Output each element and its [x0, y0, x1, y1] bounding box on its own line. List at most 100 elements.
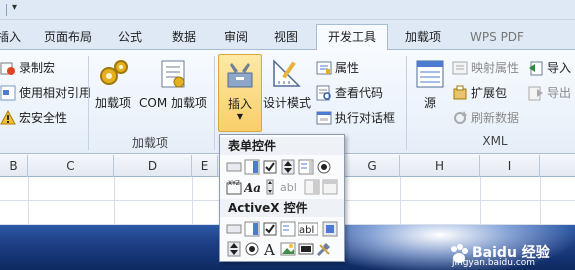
macro-security-button[interactable]: 宏安全性 — [0, 108, 67, 128]
svg-text:Aa: Aa — [244, 181, 260, 195]
checkbox-icon[interactable] — [262, 159, 278, 175]
activex-controls-heading: ActiveX 控件 — [220, 199, 344, 217]
form-controls-heading: 表单控件 — [220, 137, 344, 155]
export-button[interactable]: 导出 — [528, 83, 571, 103]
svg-text:XYZ: XYZ — [228, 180, 240, 187]
scroll-bar-icon[interactable] — [262, 179, 278, 195]
text-field-icon[interactable]: abl — [280, 179, 302, 195]
group-box-icon[interactable]: XYZ — [226, 179, 242, 195]
label-control-icon[interactable]: Aa — [243, 179, 261, 195]
activex-combo-box-icon[interactable] — [244, 221, 260, 237]
grid-col-line — [480, 177, 481, 225]
combo-box-icon[interactable] — [244, 159, 260, 175]
combo-list-edit-icon[interactable] — [304, 179, 320, 195]
properties-icon — [316, 60, 332, 76]
com-addins-icon — [157, 58, 189, 90]
list-box-icon[interactable] — [298, 159, 314, 175]
expansion-pack-button[interactable]: 扩展包 — [452, 83, 507, 103]
activex-image-icon[interactable] — [280, 241, 296, 257]
refresh-data-button[interactable]: 刷新数据 — [452, 108, 519, 128]
tab-formulas[interactable]: 公式 — [110, 27, 150, 50]
import-icon — [528, 60, 544, 76]
tab-insert[interactable]: 插入 — [0, 27, 24, 50]
activex-toggle-button-icon[interactable] — [298, 241, 314, 257]
column-header[interactable]: I — [480, 155, 540, 177]
expansion-pack-label: 扩展包 — [471, 86, 508, 100]
view-code-label: 查看代码 — [335, 86, 384, 100]
column-header[interactable]: B — [0, 155, 28, 177]
more-controls-icon[interactable] — [316, 241, 332, 257]
tab-review[interactable]: 审阅 — [216, 27, 256, 50]
column-header[interactable]: G — [345, 155, 400, 177]
com-addins-button[interactable]: COM 加载项 — [136, 58, 210, 111]
relative-reference-icon — [0, 85, 16, 101]
view-code-button[interactable]: 查看代码 — [316, 83, 383, 103]
addins-label: 加载项 — [94, 96, 131, 110]
option-button-icon[interactable] — [316, 159, 332, 175]
svg-text:A: A — [263, 241, 275, 257]
com-addins-label: COM 加载项 — [139, 96, 207, 110]
record-macro-button[interactable]: 录制宏 — [0, 58, 55, 78]
run-dialog-icon — [316, 110, 332, 126]
insert-controls-button[interactable]: 插入 ▼ — [218, 54, 262, 132]
export-label: 导出 — [547, 86, 572, 100]
properties-label: 属性 — [335, 61, 360, 75]
column-header[interactable]: H — [400, 155, 480, 177]
activex-label-icon[interactable]: A — [262, 241, 278, 259]
tab-data[interactable]: 数据 — [164, 27, 204, 50]
tab-page-layout[interactable]: 页面布局 — [36, 27, 100, 50]
tab-wps-pdf[interactable]: WPS PDF — [462, 27, 532, 50]
relative-reference-label: 使用相对引用 — [19, 86, 92, 100]
map-properties-label: 映射属性 — [471, 61, 520, 75]
column-header[interactable]: C — [28, 155, 114, 177]
xml-source-button[interactable]: 源 — [412, 58, 448, 111]
export-icon — [528, 85, 544, 101]
record-macro-label: 录制宏 — [19, 61, 56, 75]
toolbox-icon — [224, 59, 256, 91]
svg-text:abl: abl — [280, 181, 297, 194]
refresh-data-label: 刷新数据 — [471, 111, 520, 125]
activex-option-button-icon[interactable] — [244, 241, 260, 257]
import-button[interactable]: 导入 — [528, 58, 571, 78]
activex-scroll-bar-icon[interactable] — [322, 221, 338, 237]
activex-button-icon[interactable] — [226, 221, 242, 237]
properties-button[interactable]: 属性 — [316, 58, 359, 78]
button-control-icon[interactable] — [226, 159, 242, 175]
map-properties-icon — [452, 60, 468, 76]
activex-text-box-icon[interactable]: abl — [297, 221, 319, 237]
svg-text:abl: abl — [299, 225, 314, 236]
ruler-pencil-icon — [271, 58, 303, 90]
column-header[interactable]: D — [114, 155, 192, 177]
tab-addins[interactable]: 加载项 — [398, 27, 448, 50]
design-mode-button[interactable]: 设计模式 — [262, 58, 312, 111]
watermark-url: jingyan.baidu.com — [452, 258, 536, 268]
record-macro-icon — [0, 60, 16, 76]
activex-checkbox-icon[interactable] — [262, 221, 278, 237]
group-separator — [88, 56, 89, 150]
macro-security-label: 宏安全性 — [19, 111, 68, 125]
baidu-jingyan-watermark: Baidu 经验 jingyan.baidu.com — [448, 242, 572, 268]
refresh-icon — [452, 110, 468, 126]
tab-view[interactable]: 视图 — [266, 27, 306, 50]
activex-list-box-icon[interactable] — [280, 221, 296, 237]
column-header[interactable]: E — [192, 155, 218, 177]
qat-customize-icon[interactable]: ▾ — [12, 2, 17, 13]
combo-dropdown-edit-icon[interactable] — [322, 179, 338, 195]
grid-col-line — [114, 177, 115, 225]
xml-group-label: XML — [482, 134, 508, 148]
run-dialog-label: 执行对话框 — [335, 111, 396, 125]
warning-icon — [0, 109, 16, 126]
spin-button-icon[interactable] — [280, 159, 296, 175]
relative-reference-button[interactable]: 使用相对引用 — [0, 83, 91, 103]
group-separator — [214, 56, 215, 150]
quick-access-toolbar: ▾ — [0, 0, 575, 20]
view-code-icon — [316, 85, 332, 101]
grid-col-line — [400, 177, 401, 225]
gears-icon — [97, 58, 129, 90]
addins-button[interactable]: 加载项 — [92, 58, 134, 111]
activex-spin-button-icon[interactable] — [226, 241, 242, 257]
tab-developer[interactable]: 开发工具 — [316, 24, 388, 51]
addins-group-label: 加载项 — [131, 136, 168, 150]
run-dialog-button[interactable]: 执行对话框 — [316, 108, 395, 128]
map-properties-button[interactable]: 映射属性 — [452, 58, 519, 78]
